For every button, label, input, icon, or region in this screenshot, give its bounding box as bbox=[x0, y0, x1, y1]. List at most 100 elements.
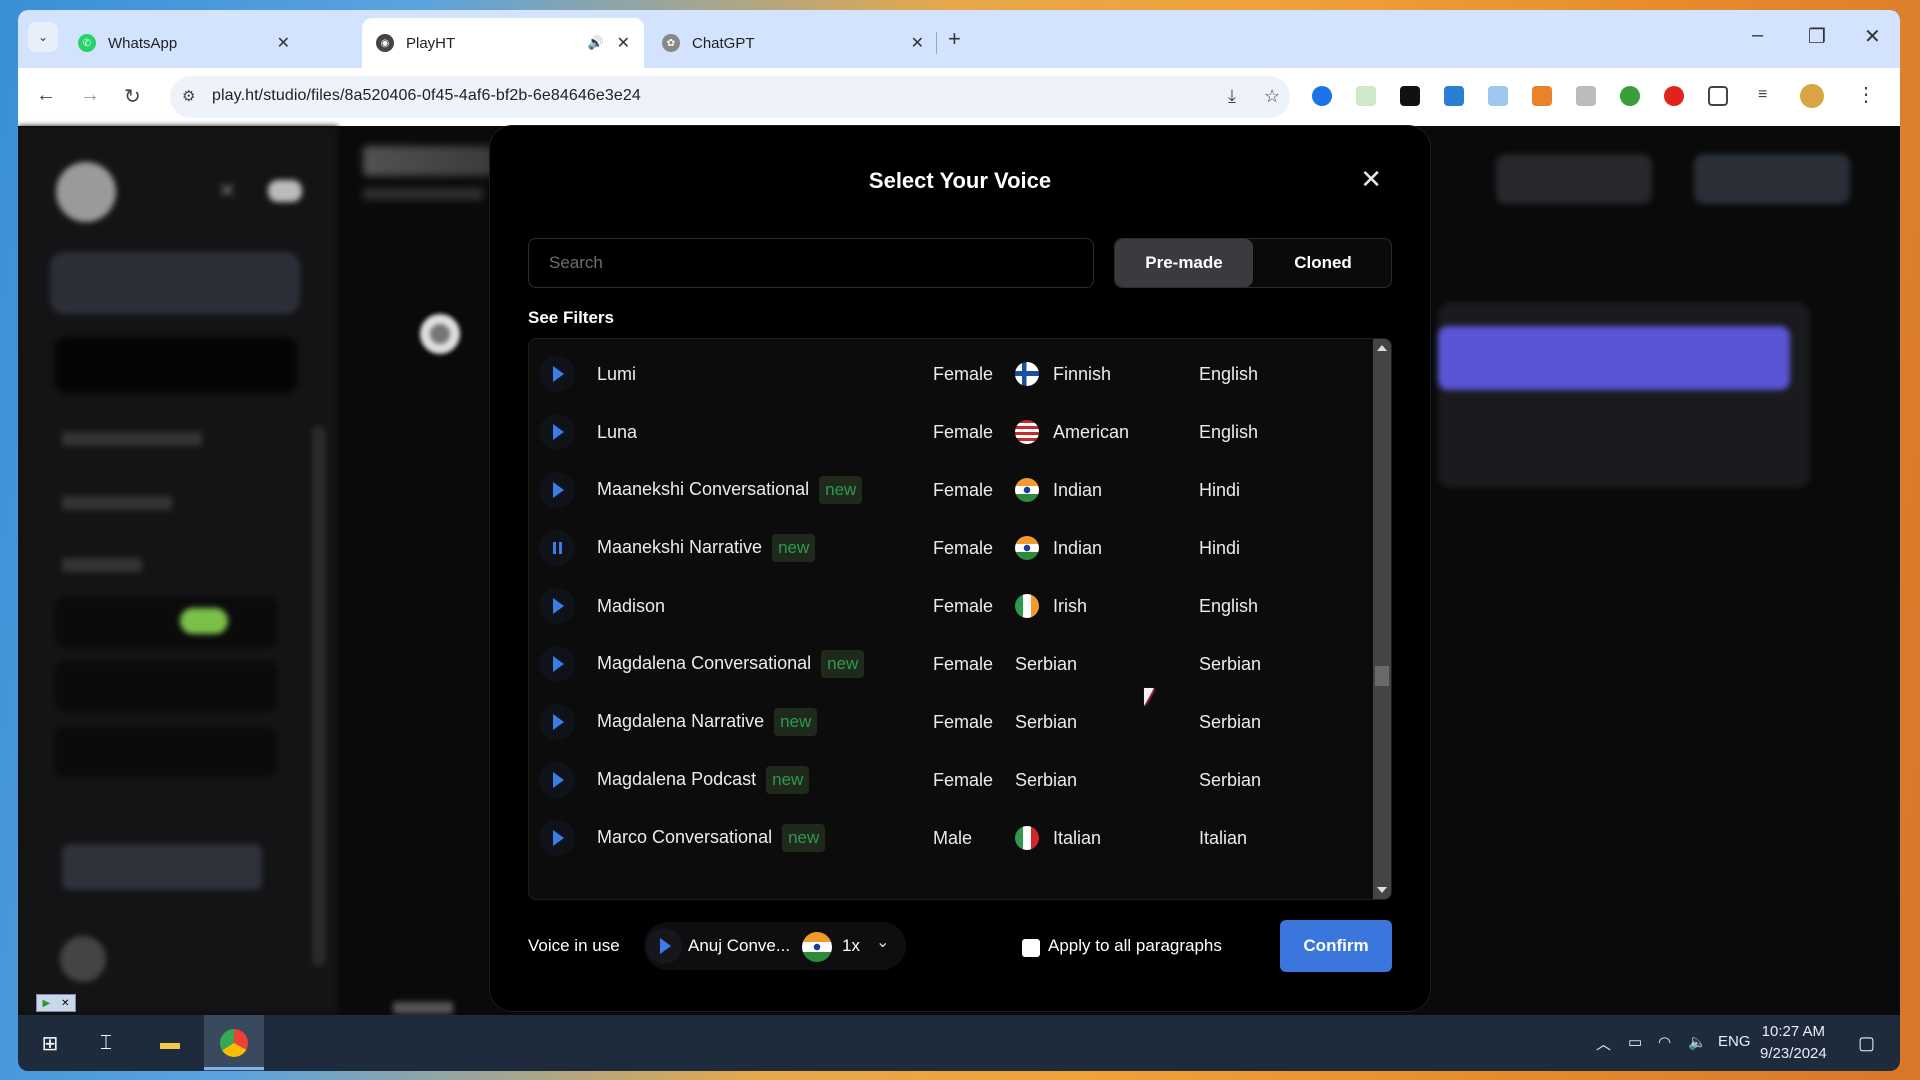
play-button[interactable] bbox=[539, 762, 575, 798]
create-voice-clone-button[interactable] bbox=[54, 336, 298, 394]
voice-row[interactable]: Madison Female Irish English bbox=[529, 577, 1369, 635]
file-explorer-icon[interactable]: ▬ bbox=[154, 1027, 186, 1059]
tab-cloned[interactable]: Cloned bbox=[1253, 239, 1391, 287]
voice-row[interactable]: Maanekshi Narrative new Female Indian Hindi bbox=[529, 519, 1369, 577]
metamask-fox-icon[interactable] bbox=[1532, 86, 1552, 106]
tab-chatgpt[interactable]: ✿ ChatGPT ✕ bbox=[648, 18, 938, 68]
discord-icon[interactable] bbox=[268, 180, 302, 202]
upgrade-button[interactable] bbox=[62, 844, 262, 890]
mini-play-icon[interactable]: ▶ bbox=[42, 998, 50, 1009]
scroll-down-arrow-icon[interactable] bbox=[1377, 887, 1387, 893]
new-file-button[interactable] bbox=[50, 252, 300, 314]
extension-icon[interactable] bbox=[1400, 86, 1420, 106]
address-bar[interactable]: ⚙ play.ht/studio/files/8a520406-0f45-4af… bbox=[170, 76, 1290, 118]
see-filters-link[interactable]: See Filters bbox=[528, 308, 614, 328]
sidebar-item[interactable] bbox=[62, 496, 172, 510]
mini-player-overlay[interactable]: ▶ ✕ bbox=[36, 994, 76, 1012]
mini-close-icon[interactable]: ✕ bbox=[61, 998, 69, 1009]
extension-globe-icon[interactable] bbox=[1620, 86, 1640, 106]
play-button[interactable] bbox=[539, 588, 575, 624]
voice-row[interactable]: Magdalena Narrative new Female Serbian Serbi… bbox=[529, 693, 1369, 751]
sidebar-card[interactable] bbox=[54, 596, 278, 648]
apply-all-checkbox[interactable] bbox=[1022, 939, 1040, 957]
tab-close-icon[interactable]: ✕ bbox=[911, 33, 924, 53]
background-button[interactable] bbox=[1496, 154, 1652, 204]
voice-in-use-pill[interactable]: Anuj Conve... 1x ⌄ bbox=[644, 922, 906, 970]
voice-row[interactable]: Marco Conversational new Male Italian Italia… bbox=[529, 809, 1369, 867]
battery-icon[interactable]: ▭ bbox=[1628, 1033, 1642, 1051]
sidebar-card[interactable] bbox=[54, 726, 278, 778]
bookmark-star-icon[interactable]: ☆ bbox=[1264, 86, 1280, 107]
profile-avatar[interactable] bbox=[1800, 84, 1824, 108]
list-scrollbar[interactable] bbox=[1373, 339, 1391, 899]
search-input[interactable] bbox=[528, 238, 1094, 288]
confirm-button[interactable]: Confirm bbox=[1280, 920, 1392, 972]
notifications-icon[interactable]: ▢ bbox=[1858, 1033, 1875, 1054]
chrome-taskbar-icon[interactable] bbox=[218, 1027, 250, 1059]
tab-whatsapp[interactable]: ✆ WhatsApp ✕ bbox=[64, 18, 304, 68]
tab-search-button[interactable]: ⌄ bbox=[28, 22, 58, 52]
tab-close-icon[interactable]: ✕ bbox=[277, 33, 290, 53]
voice-in-use-play-button[interactable] bbox=[646, 928, 682, 964]
pause-button[interactable] bbox=[539, 530, 575, 566]
x-social-icon[interactable]: ✕ bbox=[218, 178, 236, 204]
minimize-button[interactable]: – bbox=[1752, 24, 1763, 47]
play-button[interactable] bbox=[539, 820, 575, 856]
window-close-button[interactable]: ✕ bbox=[1864, 24, 1881, 49]
extension-js-icon[interactable] bbox=[1356, 86, 1376, 106]
tab-close-icon[interactable]: ✕ bbox=[617, 33, 630, 53]
extension-download-icon[interactable] bbox=[1444, 86, 1464, 106]
user-avatar[interactable] bbox=[60, 936, 106, 982]
tray-overflow-icon[interactable]: ︿ bbox=[1596, 1033, 1611, 1054]
play-icon bbox=[553, 482, 564, 498]
export-button[interactable] bbox=[1694, 154, 1850, 204]
extensions-puzzle-icon[interactable] bbox=[1708, 86, 1728, 106]
browser-menu-icon[interactable]: ⋮ bbox=[1856, 82, 1876, 106]
windows-start-icon[interactable]: ⊞ bbox=[34, 1027, 66, 1059]
taskbar-clock[interactable]: 10:27 AM 9/23/2024 bbox=[1760, 1021, 1827, 1065]
play-button[interactable] bbox=[539, 414, 575, 450]
tab-premade[interactable]: Pre-made bbox=[1115, 239, 1253, 287]
back-button[interactable]: ← bbox=[36, 84, 56, 107]
maximize-button[interactable]: ❐ bbox=[1808, 24, 1826, 49]
site-info-icon[interactable]: ⚙ bbox=[182, 87, 195, 105]
extension-icon[interactable] bbox=[1312, 86, 1332, 106]
play-button[interactable] bbox=[539, 356, 575, 392]
apply-all-label[interactable]: Apply to all paragraphs bbox=[1048, 936, 1222, 956]
play-button[interactable] bbox=[539, 646, 575, 682]
audio-playing-icon[interactable]: 🔊 bbox=[588, 35, 604, 51]
forward-button[interactable]: → bbox=[80, 84, 100, 107]
install-app-icon[interactable]: ⤓ bbox=[1228, 86, 1236, 107]
media-control-icon[interactable]: ≡ bbox=[1758, 86, 1778, 106]
sidebar-item[interactable] bbox=[62, 432, 202, 446]
tab-playht[interactable]: ◉ PlayHT 🔊 ✕ bbox=[362, 18, 644, 68]
voice-row[interactable]: Luna Female American English bbox=[529, 403, 1369, 461]
play-button[interactable] bbox=[539, 472, 575, 508]
wifi-icon[interactable]: ◠ bbox=[1658, 1033, 1671, 1051]
sidebar-scrollbar[interactable] bbox=[312, 426, 326, 966]
sidebar-card[interactable] bbox=[54, 660, 278, 712]
play-button[interactable] bbox=[539, 704, 575, 740]
scroll-up-arrow-icon[interactable] bbox=[1377, 345, 1387, 351]
volume-icon[interactable]: 🔈 bbox=[1688, 1033, 1707, 1051]
voice-accent: Serbian bbox=[1015, 769, 1078, 790]
language-indicator[interactable]: ENG bbox=[1718, 1033, 1751, 1050]
sidebar-item[interactable] bbox=[62, 558, 142, 572]
voice-row[interactable]: Magdalena Podcast new Female Serbian Serbian bbox=[529, 751, 1369, 809]
camera-icon[interactable] bbox=[1576, 86, 1596, 106]
close-icon[interactable]: ✕ bbox=[1360, 164, 1382, 195]
voice-row[interactable]: Maanekshi Conversational new Female Indian H… bbox=[529, 461, 1369, 519]
reload-button[interactable]: ↻ bbox=[124, 84, 141, 109]
extension-wave-icon[interactable] bbox=[1488, 86, 1508, 106]
new-tab-button[interactable]: + bbox=[948, 26, 961, 52]
voice-row[interactable]: Magdalena Conversational new Female Serbian… bbox=[529, 635, 1369, 693]
url-text[interactable]: play.ht/studio/files/8a520406-0f45-4af6-… bbox=[212, 87, 641, 105]
chevron-down-icon[interactable]: ⌄ bbox=[876, 932, 889, 952]
task-view-icon[interactable]: ⌶ bbox=[90, 1027, 122, 1059]
record-disc-icon[interactable] bbox=[420, 314, 460, 354]
scrollbar-thumb[interactable] bbox=[1375, 666, 1389, 687]
generate-speech-button[interactable] bbox=[1438, 326, 1790, 390]
speed-select[interactable]: 1x bbox=[842, 936, 860, 956]
voice-row[interactable]: Lumi Female Finnish English bbox=[529, 345, 1369, 403]
opera-icon[interactable] bbox=[1664, 86, 1684, 106]
